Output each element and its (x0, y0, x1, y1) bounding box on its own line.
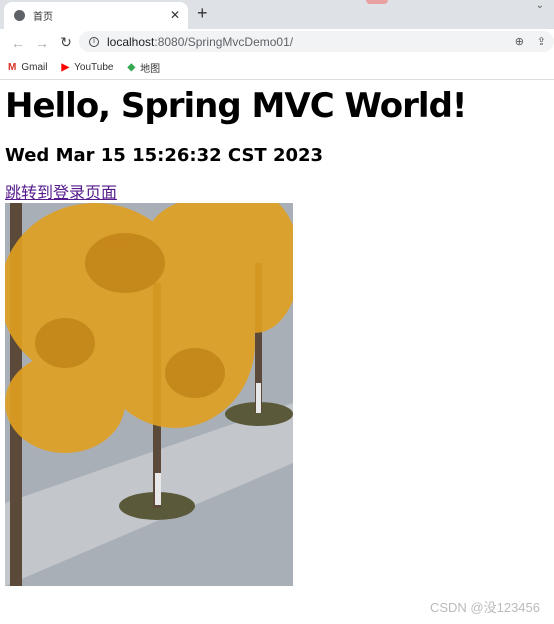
login-link[interactable]: 跳转到登录页面 (5, 184, 549, 204)
gmail-icon: M (8, 62, 17, 73)
url-path: :8080/SpringMvcDemo01/ (154, 34, 294, 49)
bookmark-label: YouTube (74, 62, 114, 73)
globe-icon (14, 10, 25, 21)
page-heading: Hello, Spring MVC World! (5, 86, 467, 126)
page-content: Hello, Spring MVC World! Wed Mar 15 15:2… (0, 86, 554, 586)
youtube-icon: ▶ (61, 62, 70, 73)
ginkgo-tree-photo (5, 203, 293, 586)
date-text: Wed Mar 15 15:26:32 CST 2023 (5, 145, 324, 166)
address-bar[interactable]: i localhost:8080/SpringMvcDemo01/ ⊕ ⇪ (79, 31, 554, 52)
tab-title: 首页 (33, 12, 53, 23)
bookmark-youtube[interactable]: ▶ YouTube (61, 62, 113, 73)
info-icon[interactable]: i (89, 36, 99, 47)
chevron-down-icon[interactable]: ⌄ (536, 0, 544, 11)
tab-bar: 首页 ✕ + ⌄ (0, 0, 554, 29)
share-icon[interactable]: ⇪ (537, 35, 546, 48)
bookmark-label: Gmail (21, 62, 48, 73)
window-indicator (366, 0, 388, 4)
new-tab-button[interactable]: + (197, 3, 208, 24)
forward-button[interactable]: → (30, 35, 54, 51)
close-tab-icon[interactable]: ✕ (170, 8, 180, 22)
reload-button[interactable]: ↻ (54, 34, 78, 51)
bookmarks-bar: M Gmail ▶ YouTube ◆ 地图 (0, 56, 554, 80)
zoom-icon[interactable]: ⊕ (515, 35, 524, 48)
bookmark-gmail[interactable]: M Gmail (8, 62, 47, 73)
url-host: localhost (107, 34, 155, 49)
bookmark-maps[interactable]: ◆ 地图 (127, 60, 160, 75)
back-button[interactable]: ← (6, 35, 30, 51)
bookmark-label: 地图 (140, 64, 161, 75)
watermark: CSDN @没123456 (429, 600, 540, 615)
tab-home[interactable]: 首页 ✕ (4, 2, 188, 29)
maps-icon: ◆ (127, 62, 136, 73)
